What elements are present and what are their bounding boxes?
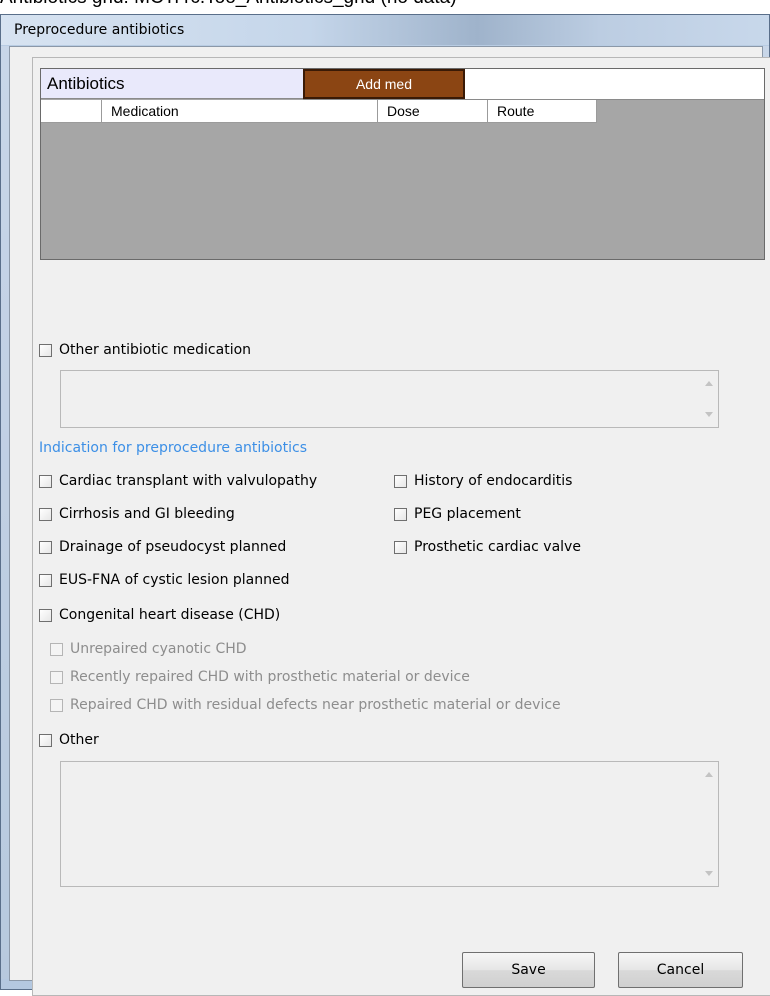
- unrepaired-cyanotic-checkbox: [50, 642, 63, 656]
- history-endocarditis-checkbox[interactable]: [394, 474, 407, 488]
- row-header-column: [41, 100, 102, 123]
- window-title: Preprocedure antibiotics: [14, 22, 185, 38]
- chd-sub-label: Recently repaired CHD with prosthetic ma…: [70, 669, 470, 685]
- cardiac-transplant-checkbox[interactable]: [39, 474, 52, 488]
- indication-left-option[interactable]: EUS-FNA of cystic lesion planned: [39, 571, 290, 589]
- chd-sub-label: Unrepaired cyanotic CHD: [70, 641, 247, 657]
- window-frame-left: [1, 46, 9, 979]
- chd-sub-option: Recently repaired CHD with prosthetic ma…: [50, 668, 470, 686]
- indication-label: Cardiac transplant with valvulopathy: [59, 473, 318, 489]
- chd-sub-option: Unrepaired cyanotic CHD: [50, 640, 247, 658]
- title-bar: Preprocedure antibiotics: [1, 15, 769, 45]
- add-med-button[interactable]: Add med: [303, 69, 465, 99]
- other-indication-label: Other: [59, 732, 99, 748]
- repaired-residual-checkbox: [50, 698, 63, 712]
- other-antibiotic-option[interactable]: Other antibiotic medication: [39, 341, 251, 359]
- content-panel: Antibiotics Add med Medication Dose Rout…: [32, 57, 770, 996]
- other-indication-option[interactable]: Other: [39, 731, 99, 749]
- cancel-button[interactable]: Cancel: [618, 952, 743, 988]
- scroll-up-arrow-icon[interactable]: [705, 772, 713, 777]
- other-antibiotic-textarea[interactable]: [60, 370, 719, 428]
- congenital-heart-disease-checkbox[interactable]: [39, 608, 52, 622]
- indication-label: PEG placement: [414, 506, 521, 522]
- dialog-window: Preprocedure antibiotics Antibiotics Add…: [0, 14, 770, 996]
- recently-repaired-checkbox: [50, 670, 63, 684]
- indication-left-option[interactable]: Congenital heart disease (CHD): [39, 606, 280, 624]
- peg-placement-checkbox[interactable]: [394, 507, 407, 521]
- scroll-down-arrow-icon[interactable]: [705, 871, 713, 876]
- chd-sub-option: Repaired CHD with residual defects near …: [50, 696, 561, 714]
- antibiotics-grid[interactable]: Antibiotics Add med Medication Dose Rout…: [40, 68, 765, 260]
- cirrhosis-checkbox[interactable]: [39, 507, 52, 521]
- other-antibiotic-checkbox[interactable]: [39, 343, 52, 357]
- indication-right-option[interactable]: PEG placement: [394, 505, 521, 523]
- indication-label: Congenital heart disease (CHD): [59, 607, 281, 623]
- other-indication-checkbox[interactable]: [39, 733, 52, 747]
- indication-label: Prosthetic cardiac valve: [414, 539, 581, 555]
- indication-label: Drainage of pseudocyst planned: [59, 539, 287, 555]
- indication-left-option[interactable]: Drainage of pseudocyst planned: [39, 538, 286, 556]
- scroll-down-arrow-icon[interactable]: [705, 412, 713, 417]
- eus-fna-checkbox[interactable]: [39, 573, 52, 587]
- page-caption: Antibiotics grid: MCTi rc.Too_Antibiotic…: [0, 0, 770, 9]
- column-header-medication[interactable]: Medication: [102, 100, 378, 123]
- indication-heading: Indication for preprocedure antibiotics: [39, 440, 307, 456]
- indication-right-option[interactable]: History of endocarditis: [394, 472, 572, 490]
- column-header-route[interactable]: Route: [488, 100, 597, 123]
- dialog-client-area: Antibiotics Add med Medication Dose Rout…: [9, 46, 770, 996]
- other-antibiotic-scrollbar[interactable]: [700, 371, 718, 427]
- prosthetic-valve-checkbox[interactable]: [394, 540, 407, 554]
- indication-label: History of endocarditis: [414, 473, 573, 489]
- save-button[interactable]: Save: [462, 952, 595, 988]
- indication-right-option[interactable]: Prosthetic cardiac valve: [394, 538, 581, 556]
- indication-left-option[interactable]: Cirrhosis and GI bleeding: [39, 505, 235, 523]
- indication-left-option[interactable]: Cardiac transplant with valvulopathy: [39, 472, 317, 490]
- other-indication-scrollbar[interactable]: [700, 762, 718, 886]
- column-header-dose[interactable]: Dose: [378, 100, 488, 123]
- chd-sub-label: Repaired CHD with residual defects near …: [70, 697, 561, 713]
- scroll-up-arrow-icon[interactable]: [705, 381, 713, 386]
- other-indication-textarea[interactable]: [60, 761, 719, 887]
- drainage-pseudocyst-checkbox[interactable]: [39, 540, 52, 554]
- indication-label: EUS-FNA of cystic lesion planned: [59, 572, 290, 588]
- antibiotics-grid-title: Antibiotics: [41, 69, 303, 99]
- indication-label: Cirrhosis and GI bleeding: [59, 506, 235, 522]
- other-antibiotic-label: Other antibiotic medication: [59, 342, 252, 358]
